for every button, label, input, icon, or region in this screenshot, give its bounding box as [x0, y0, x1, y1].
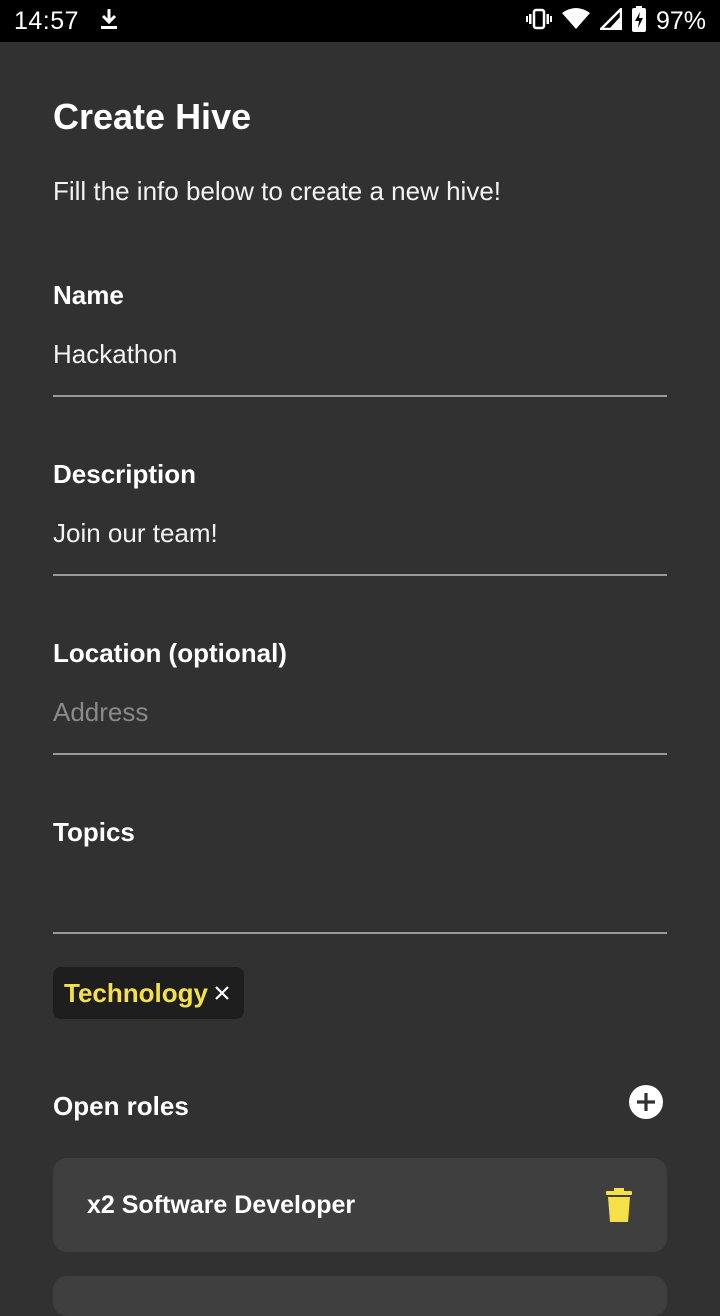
role-card: x2 Software Developer: [53, 1158, 667, 1252]
name-input[interactable]: [53, 339, 667, 397]
location-field: Location (optional): [53, 638, 667, 755]
name-field: Name: [53, 280, 667, 397]
battery-charging-icon: [631, 5, 646, 37]
topics-field: Topics: [53, 817, 667, 934]
role-card-partial: [53, 1276, 667, 1316]
open-roles-heading: Open roles: [53, 1091, 189, 1121]
description-field: Description: [53, 459, 667, 576]
battery-percent: 97%: [655, 6, 706, 35]
role-label: x2 Software Developer: [87, 1190, 356, 1219]
status-time: 14:57: [14, 6, 80, 35]
description-input[interactable]: [53, 518, 667, 576]
description-label: Description: [53, 459, 197, 489]
download-icon: [99, 7, 119, 36]
delete-role-trash-icon[interactable]: [605, 1188, 633, 1222]
name-label: Name: [53, 280, 124, 310]
location-input[interactable]: [53, 697, 667, 755]
topics-input[interactable]: [53, 876, 667, 934]
page-subtitle: Fill the info below to create a new hive…: [53, 176, 502, 206]
status-bar: 14:57 97%: [0, 0, 720, 42]
add-role-plus-icon[interactable]: [628, 1084, 664, 1120]
cellular-signal-icon: [597, 5, 623, 35]
remove-topic-close-icon[interactable]: [214, 985, 230, 1001]
topics-label: Topics: [53, 817, 135, 847]
vibrate-icon: [525, 8, 552, 35]
wifi-icon: [561, 7, 590, 35]
topic-chip: Technology: [53, 967, 244, 1019]
topic-chip-label: Technology: [64, 977, 208, 1008]
page-title: Create Hive: [53, 96, 252, 137]
location-label: Location (optional): [53, 638, 287, 668]
